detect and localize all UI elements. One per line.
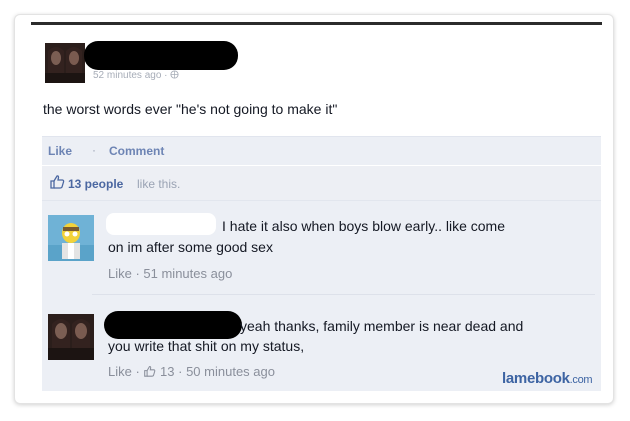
comment-1-line-1: I hate it also when boys blow early.. li…	[222, 218, 505, 234]
poster-avatar[interactable]	[45, 43, 85, 83]
post-actions-bar: Like · Comment	[42, 136, 601, 165]
commenter-2-name-redacted	[104, 311, 242, 339]
commenter-1-name-redacted	[106, 213, 216, 235]
watermark-tld: .com	[569, 374, 593, 386]
thumbs-up-icon	[49, 174, 65, 194]
comment-divider	[92, 294, 595, 295]
lamebook-watermark: lamebook.com	[502, 370, 593, 387]
comment-button[interactable]: Comment	[109, 144, 164, 158]
likes-count-link[interactable]: 13 people	[68, 177, 123, 191]
comment-2-line-2: you write that shit on my status,	[108, 338, 305, 354]
post-meta: 52 minutes ago ·	[93, 70, 179, 81]
comment-2-like-link[interactable]: Like ·	[108, 364, 140, 379]
thumbs-up-icon	[143, 364, 160, 379]
likes-suffix: like this.	[137, 177, 181, 191]
comment-1-line-2: on im after some good sex	[108, 239, 273, 255]
comment-2-meta: Like · 13 · 50 minutes ago	[108, 364, 275, 379]
watermark-name: lamebook	[502, 370, 570, 387]
post-text: the worst words ever "he's not going to …	[43, 101, 338, 117]
comments-section: I hate it also when boys blow early.. li…	[42, 200, 601, 391]
like-button[interactable]: Like	[48, 144, 72, 158]
globe-icon	[170, 70, 179, 81]
comment-2-line-1: yeah thanks, family member is near dead …	[240, 318, 524, 334]
action-separator: ·	[92, 143, 96, 157]
likes-summary: 13 people like this.	[42, 166, 601, 200]
post-timestamp[interactable]: 52 minutes ago	[93, 70, 161, 81]
commenter-1-avatar[interactable]	[48, 215, 94, 261]
comment-2-time[interactable]: · 50 minutes ago	[178, 364, 275, 379]
top-divider	[31, 22, 602, 25]
comment-1-meta[interactable]: Like · 51 minutes ago	[108, 266, 232, 281]
comment-2-like-count[interactable]: 13	[160, 364, 174, 379]
poster-name-redacted	[84, 41, 238, 70]
commenter-2-avatar[interactable]	[48, 314, 94, 360]
